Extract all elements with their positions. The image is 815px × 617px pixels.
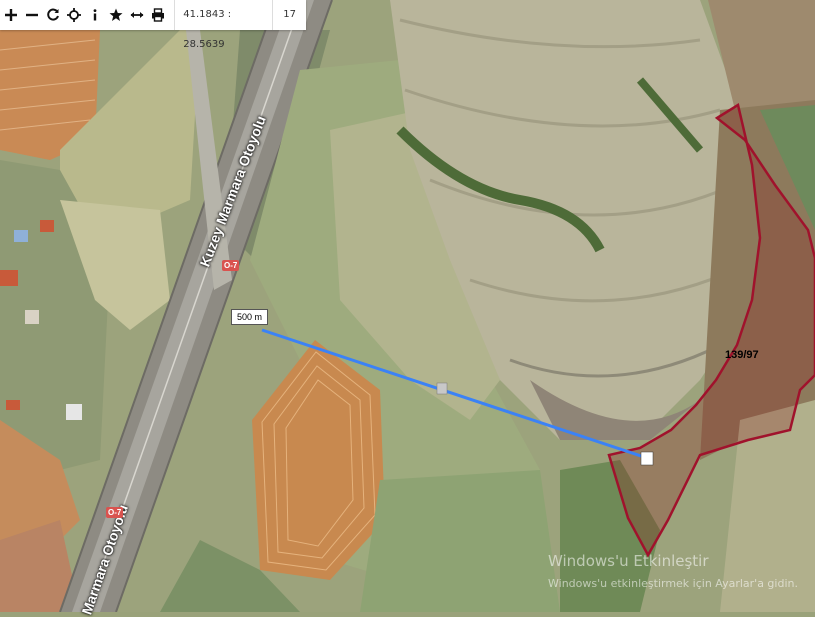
measure-end-handle[interactable] bbox=[640, 451, 654, 466]
activation-watermark-title: Windows'u Etkinleştir bbox=[548, 552, 709, 570]
refresh-icon bbox=[46, 8, 59, 21]
printer-icon bbox=[151, 8, 164, 22]
measure-button[interactable] bbox=[126, 0, 147, 30]
measurement-label: 500 m bbox=[231, 309, 269, 325]
refresh-button[interactable] bbox=[42, 0, 63, 30]
road-shield-upper: O-7 bbox=[222, 260, 240, 271]
zoom-in-button[interactable] bbox=[0, 0, 21, 30]
star-icon bbox=[109, 8, 123, 21]
map-toolbar: 41.1843 : 28.5639 17 bbox=[0, 0, 306, 50]
road-shield-lower: O-7 bbox=[106, 507, 124, 518]
plus-icon bbox=[4, 9, 17, 21]
activation-watermark-subtitle: Windows'u etkinleştirmek için Ayarlar'a … bbox=[548, 577, 798, 590]
measure-arrows-icon bbox=[130, 12, 144, 18]
zoom-level: 17 bbox=[283, 9, 296, 20]
favorite-button[interactable] bbox=[105, 0, 126, 30]
locate-button[interactable] bbox=[63, 0, 84, 30]
info-button[interactable] bbox=[84, 0, 105, 30]
print-button[interactable] bbox=[147, 0, 168, 30]
measure-mid-handle[interactable] bbox=[436, 382, 448, 395]
minus-icon bbox=[25, 13, 38, 17]
coordinate-readout: 41.1843 : 28.5639 bbox=[174, 0, 274, 50]
crosshair-icon bbox=[66, 8, 81, 22]
info-icon bbox=[93, 9, 97, 21]
zoom-out-button[interactable] bbox=[21, 0, 42, 30]
parcel-label: 139/97 bbox=[725, 349, 759, 361]
